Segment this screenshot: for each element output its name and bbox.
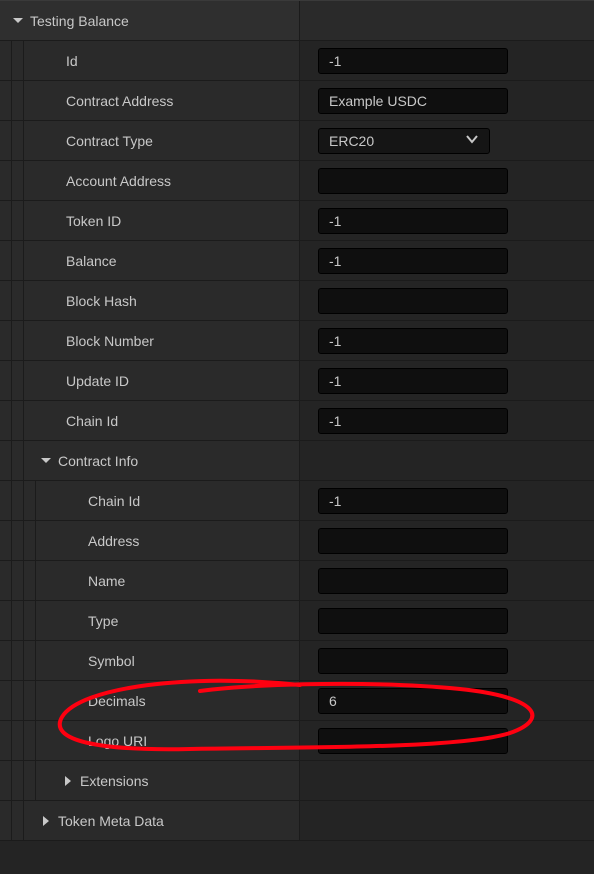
label-ci-type: Type [84, 613, 118, 629]
row-account-address: Account Address [0, 161, 594, 201]
label-token-id: Token ID [62, 213, 121, 229]
label-ci-logo-uri: Logo URI [84, 733, 147, 749]
input-ci-address[interactable] [318, 528, 508, 554]
expand-toggle-token-meta-data[interactable] [38, 813, 54, 829]
input-chain-id[interactable] [318, 408, 508, 434]
input-block-hash[interactable] [318, 288, 508, 314]
row-token-meta-data[interactable]: Token Meta Data [0, 801, 594, 841]
label-block-hash: Block Hash [62, 293, 137, 309]
input-id[interactable] [318, 48, 508, 74]
label-ci-chain-id: Chain Id [84, 493, 140, 509]
select-contract-type[interactable]: ERC20 [318, 128, 490, 154]
row-chain-id: Chain Id [0, 401, 594, 441]
row-id: Id [0, 41, 594, 81]
row-ci-logo-uri: Logo URI [0, 721, 594, 761]
label-token-meta-data: Token Meta Data [54, 813, 164, 829]
label-ci-address: Address [84, 533, 139, 549]
label-balance: Balance [62, 253, 117, 269]
label-update-id: Update ID [62, 373, 129, 389]
details-panel: Testing Balance Id Contract Address Cont… [0, 0, 594, 874]
label-extensions: Extensions [76, 773, 148, 789]
label-ci-decimals: Decimals [84, 693, 146, 709]
row-ci-extensions[interactable]: Extensions [0, 761, 594, 801]
input-block-number[interactable] [318, 328, 508, 354]
row-contract-address: Contract Address [0, 81, 594, 121]
input-ci-chain-id[interactable] [318, 488, 508, 514]
row-update-id: Update ID [0, 361, 594, 401]
label-chain-id: Chain Id [62, 413, 118, 429]
row-contract-info-header[interactable]: Contract Info [0, 441, 594, 481]
row-balance: Balance [0, 241, 594, 281]
label-id: Id [62, 53, 78, 69]
label-account-address: Account Address [62, 173, 171, 189]
input-ci-symbol[interactable] [318, 648, 508, 674]
expand-toggle-extensions[interactable] [60, 773, 76, 789]
row-ci-chain-id: Chain Id [0, 481, 594, 521]
expand-toggle-contract-info[interactable] [38, 453, 54, 469]
input-update-id[interactable] [318, 368, 508, 394]
input-token-id[interactable] [318, 208, 508, 234]
section-title: Testing Balance [26, 13, 129, 29]
label-contract-info: Contract Info [54, 453, 138, 469]
row-ci-type: Type [0, 601, 594, 641]
row-contract-type: Contract Type ERC20 [0, 121, 594, 161]
input-ci-logo-uri[interactable] [318, 728, 508, 754]
input-ci-decimals[interactable] [318, 688, 508, 714]
expand-toggle-testing-balance[interactable] [10, 13, 26, 29]
label-contract-type: Contract Type [62, 133, 153, 149]
row-ci-symbol: Symbol [0, 641, 594, 681]
row-ci-decimals: Decimals [0, 681, 594, 721]
input-ci-type[interactable] [318, 608, 508, 634]
input-account-address[interactable] [318, 168, 508, 194]
chevron-down-icon [465, 132, 479, 149]
input-contract-address[interactable] [318, 88, 508, 114]
input-balance[interactable] [318, 248, 508, 274]
row-ci-address: Address [0, 521, 594, 561]
row-block-hash: Block Hash [0, 281, 594, 321]
section-header-testing-balance[interactable]: Testing Balance [0, 1, 594, 41]
input-ci-name[interactable] [318, 568, 508, 594]
label-ci-symbol: Symbol [84, 653, 135, 669]
label-ci-name: Name [84, 573, 125, 589]
row-ci-name: Name [0, 561, 594, 601]
row-block-number: Block Number [0, 321, 594, 361]
label-contract-address: Contract Address [62, 93, 173, 109]
label-block-number: Block Number [62, 333, 154, 349]
row-token-id: Token ID [0, 201, 594, 241]
select-value: ERC20 [329, 133, 374, 149]
